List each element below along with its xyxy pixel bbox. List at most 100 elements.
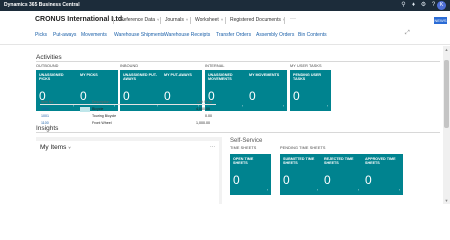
item-unit-price: 0.00 (205, 114, 212, 118)
chevron-right-icon: › (357, 187, 359, 192)
cue-my-movements[interactable]: MY MOVEMENTS 0 › (246, 70, 287, 111)
item-unit-price: 1,000.00 (196, 121, 210, 125)
gear-icon[interactable]: ⚙ (420, 2, 427, 9)
cue-pending-user-tasks[interactable]: PENDING USER TASKS 0 › (290, 70, 331, 111)
role-center-content: Activities OUTBOUND UNASSIGNED PICKS 0 ›… (0, 46, 443, 204)
menu-label: Registered Documents (230, 17, 281, 23)
group-title-inbound: INBOUND (120, 64, 139, 68)
item-description: Front Wheel (92, 121, 112, 125)
help-icon[interactable]: ? (430, 2, 437, 9)
activities-title: Activities (36, 54, 62, 61)
search-icon[interactable]: ⚲ (400, 2, 407, 9)
role-center-header: CRONUS International Ltd. Reference Data… (0, 11, 450, 45)
action-warehouse-receipts[interactable]: Warehouse Receipts (164, 32, 210, 38)
nav-divider (160, 17, 161, 24)
cue-value: 0 (283, 173, 290, 187)
action-picks[interactable]: Picks (35, 32, 47, 38)
nav-divider (225, 17, 226, 24)
card-menu-button[interactable]: ··· (210, 144, 215, 150)
row-selection-marker (80, 107, 90, 112)
cue-value: 0 (164, 89, 171, 103)
chevron-right-icon: › (113, 103, 115, 108)
menu-journals[interactable]: Journals ˅ (165, 17, 188, 23)
vertical-scrollbar[interactable]: ▲ ▼ (443, 46, 450, 204)
chevron-right-icon: › (316, 187, 318, 192)
chevron-right-icon: › (241, 103, 243, 108)
cue-value: 0 (233, 173, 240, 187)
cue-label: MY PICKS (80, 73, 98, 77)
cue-submitted-time-sheets[interactable]: SUBMITTED TIME SHEETS 0 › (280, 154, 321, 195)
table-header-divider (40, 104, 216, 105)
cue-approved-time-sheets[interactable]: APPROVED TIME SHEETS 0 › (362, 154, 403, 195)
chevron-right-icon: › (156, 103, 158, 108)
my-items-card: My Items ˅ ··· (36, 141, 219, 204)
cue-label: REJECTED TIME SHEETS (324, 157, 354, 166)
chevron-right-icon: › (326, 103, 328, 108)
cue-label: UNASSIGNED PUT-AWAYS (123, 73, 158, 82)
cue-rejected-time-sheets[interactable]: REJECTED TIME SHEETS 0 › (321, 154, 362, 195)
cue-open-time-sheets[interactable]: OPEN TIME SHEETS 0 › (230, 154, 271, 195)
scroll-up-icon[interactable]: ▲ (443, 47, 450, 52)
action-transfer-orders[interactable]: Transfer Orders (216, 32, 251, 38)
cue-value: 0 (293, 89, 300, 103)
item-no-link[interactable]: 1000 (41, 107, 49, 111)
more-menu-button[interactable]: ··· (290, 16, 296, 22)
menu-label: Reference Data (120, 17, 156, 23)
app-title: Dynamics 365 Business Central (4, 2, 80, 8)
action-put-aways[interactable]: Put-aways (53, 32, 76, 38)
item-no-link[interactable]: 1001 (41, 114, 49, 118)
action-assembly-orders[interactable]: Assembly Orders (256, 32, 294, 38)
item-description: Bicycle (92, 107, 104, 111)
group-title-outbound: OUTBOUND (36, 64, 59, 68)
chevron-right-icon: › (266, 187, 268, 192)
app-bar: Dynamics 365 Business Central ⚲ ♦ ⚙ ? K (0, 0, 450, 11)
cue-label: MY MOVEMENTS (249, 73, 280, 77)
nav-divider (113, 17, 114, 24)
group-title-time-sheets: TIME SHEETS (230, 146, 257, 150)
nav-divider (190, 17, 191, 24)
menu-reference-data[interactable]: Reference Data ˅ (120, 17, 159, 23)
chevron-down-icon: ˅ (185, 17, 189, 22)
item-description: Touring Bicycle (92, 114, 117, 118)
cue-value: 0 (123, 89, 130, 103)
group-title-pending-time-sheets: PENDING TIME SHEETS (280, 146, 326, 150)
nav-divider (284, 17, 285, 24)
expand-icon[interactable]: ⤢ (405, 30, 410, 37)
section-divider (36, 61, 440, 62)
cue-label: OPEN TIME SHEETS (233, 157, 254, 166)
action-warehouse-shipments[interactable]: Warehouse Shipments (114, 32, 164, 38)
cue-label: APPROVED TIME SHEETS (365, 157, 396, 166)
cue-label: SUBMITTED TIME SHEETS (283, 157, 315, 166)
self-service-title: Self-Service (230, 138, 263, 144)
scroll-thumb[interactable] (444, 60, 449, 128)
menu-label: Worksheet (195, 17, 219, 23)
group-title-my-user-tasks: MY USER TASKS (290, 64, 322, 68)
menu-worksheet[interactable]: Worksheet ˅ (195, 17, 223, 23)
scroll-down-icon[interactable]: ▼ (443, 198, 450, 203)
item-unit-price: 4,000.00 (196, 107, 210, 111)
chevron-right-icon: › (398, 187, 400, 192)
cue-label: UNASSIGNED PICKS (39, 73, 64, 82)
my-items-title[interactable]: My Items ˅ (40, 144, 71, 151)
group-title-internal: INTERNAL (205, 64, 225, 68)
cue-label: PENDING USER TASKS (293, 73, 322, 82)
avatar[interactable]: K (437, 1, 446, 10)
menu-label: Journals (165, 17, 184, 23)
cue-value: 0 (80, 89, 87, 103)
insights-title: Insights (36, 125, 59, 132)
menu-registered-documents[interactable]: Registered Documents˅ (230, 17, 285, 23)
chevron-right-icon: › (72, 103, 74, 108)
card-title-label: My Items (40, 144, 67, 151)
bell-icon[interactable]: ♦ (410, 2, 417, 9)
company-name[interactable]: CRONUS International Ltd. (35, 16, 124, 23)
action-movements[interactable]: Movements (81, 32, 107, 38)
cue-value: 0 (249, 89, 256, 103)
action-bin-contents[interactable]: Bin Contents (298, 32, 327, 38)
item-no-link[interactable]: 1100 (41, 121, 49, 125)
news-button[interactable]: NEWS (434, 17, 447, 24)
chevron-down-icon: ˅ (220, 17, 224, 22)
chevron-down-icon: ˅ (68, 145, 71, 150)
cue-label: MY PUT-AWAYS (164, 73, 192, 77)
cue-value: 0 (324, 173, 331, 187)
chevron-right-icon: › (282, 103, 284, 108)
